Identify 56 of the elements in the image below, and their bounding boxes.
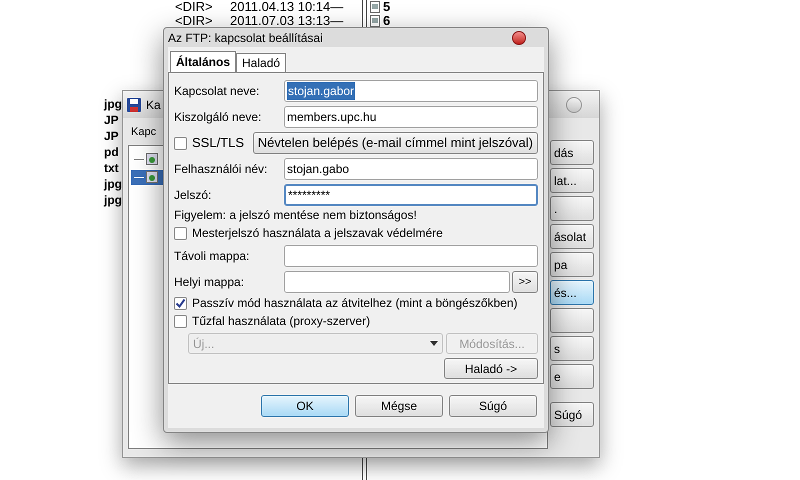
side-button[interactable]: és...: [550, 280, 594, 305]
field-value: stojan.gabor: [287, 82, 356, 100]
file-extension: JP: [104, 128, 120, 144]
browse-button[interactable]: >>: [512, 271, 538, 293]
advanced-button[interactable]: Haladó ->: [444, 358, 538, 379]
side-button[interactable]: ásolat: [550, 224, 594, 249]
side-button[interactable]: [550, 308, 594, 333]
window-title: Ka: [146, 96, 161, 114]
dialog-button[interactable]: Mégse: [355, 395, 443, 417]
checkbox-label: SSL/TLS: [192, 134, 244, 152]
input-field[interactable]: [284, 271, 510, 293]
side-button[interactable]: pa: [550, 252, 594, 277]
file-extension: txt: [104, 160, 120, 176]
save-icon: [126, 96, 142, 112]
side-button[interactable]: lat...: [550, 168, 594, 193]
close-button[interactable]: [512, 30, 526, 44]
checkbox-label: Passzív mód használata az átvitelhez (mint a böngészőkben): [192, 295, 518, 312]
file-icon: [370, 15, 380, 27]
side-button[interactable]: dás: [550, 140, 594, 165]
server-icon: [146, 153, 158, 165]
tab[interactable]: Haladó: [236, 53, 286, 72]
input-field[interactable]: stojan.gabor: [284, 80, 538, 102]
checkbox[interactable]: [174, 296, 187, 310]
input-field[interactable]: [284, 245, 538, 267]
file-extension: jpg: [104, 96, 122, 112]
input-field[interactable]: members.upc.hu: [284, 106, 538, 128]
window-title: Az FTP: kapcsolat beállításai: [168, 30, 323, 46]
field-label: Helyi mappa:: [174, 274, 246, 291]
side-button[interactable]: Súgó: [550, 402, 594, 427]
side-button[interactable]: e: [550, 364, 594, 389]
dropdown-arrow-icon: [430, 341, 438, 346]
input-field[interactable]: *********: [284, 184, 538, 206]
file-extension: JP: [104, 112, 120, 128]
file-extension: pd: [104, 144, 120, 160]
checkbox-label: Mesterjelszó használata a jelszavak védelmére: [192, 225, 443, 242]
field-label: Kapcsolat neve:: [174, 83, 260, 100]
dialog-button[interactable]: Súgó: [449, 395, 537, 417]
server-icon: [146, 171, 158, 183]
tab[interactable]: Általános: [170, 51, 236, 72]
field-label: Jelszó:: [174, 187, 212, 204]
checkbox[interactable]: [174, 314, 187, 328]
checkbox[interactable]: [174, 226, 187, 240]
field-label: Felhasználói név:: [174, 161, 268, 178]
checkbox[interactable]: [174, 136, 187, 150]
file-extension: jpg: [104, 192, 122, 208]
dialog-button[interactable]: OK: [261, 395, 349, 417]
input-field[interactable]: stojan.gabo: [284, 158, 538, 180]
side-button[interactable]: s: [550, 336, 594, 361]
field-label: Távoli mappa:: [174, 248, 250, 265]
section-label: Kapc: [131, 125, 156, 140]
side-button[interactable]: .: [550, 196, 594, 221]
file-extension: jpg: [104, 176, 122, 192]
anonymous-login-button[interactable]: Névtelen belépés (e-mail címmel mint jelszóval): [252, 132, 538, 154]
checkbox-label: Tűzfal használata (proxy-szerver): [192, 313, 370, 330]
field-label: Kiszolgáló neve:: [174, 109, 262, 126]
warning-text: Figyelem: a jelszó mentése nem biztonságos!: [174, 208, 418, 223]
